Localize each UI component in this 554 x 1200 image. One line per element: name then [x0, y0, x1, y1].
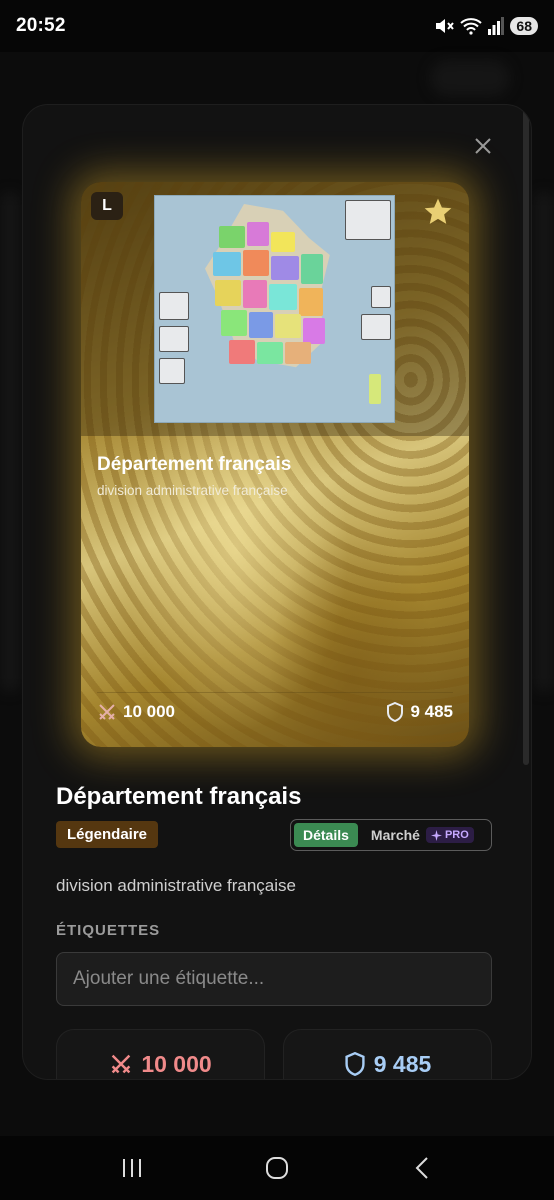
map-region [243, 280, 267, 308]
map-inset [159, 292, 189, 320]
collectible-card[interactable]: L Département français division administ… [81, 182, 469, 747]
map-region [299, 288, 323, 316]
add-tag-input[interactable] [56, 952, 492, 1006]
system-nav-bar [0, 1136, 554, 1200]
shield-icon [387, 702, 404, 722]
close-button[interactable] [471, 135, 495, 159]
bg-blob [534, 192, 554, 692]
map-region [221, 310, 247, 336]
map-region [303, 318, 325, 344]
rarity-badge: Légendaire [56, 821, 159, 848]
map-region [271, 232, 295, 252]
attack-value: 10 000 [141, 1050, 212, 1077]
home-icon [265, 1157, 288, 1179]
scrollbar[interactable] [523, 105, 529, 765]
map-inset [159, 358, 185, 384]
crossed-swords-icon [99, 704, 115, 720]
tab-market-label: Marché [370, 827, 420, 843]
recent-apps-button[interactable] [112, 1148, 152, 1188]
map-region [243, 250, 269, 276]
map-inset [371, 286, 391, 308]
shield-icon [345, 1052, 365, 1076]
bg-blob [430, 60, 510, 96]
tab-market[interactable]: Marché PRO [362, 823, 483, 847]
card-defense-value: 9 485 [410, 702, 453, 721]
tags-label: ÉTIQUETTES [56, 922, 161, 939]
pro-badge-label: PRO [444, 829, 469, 841]
map-region [213, 252, 241, 276]
back-button[interactable] [402, 1148, 442, 1188]
map-region [275, 314, 301, 338]
rarity-letter-badge: L [91, 192, 123, 220]
card-attack-value: 10 000 [123, 702, 175, 721]
map-region [369, 374, 381, 404]
wifi-icon [460, 18, 483, 35]
map-region [285, 342, 311, 364]
detail-tabs: Détails Marché PRO [290, 819, 492, 851]
map-region [219, 226, 245, 248]
map-region [269, 284, 297, 310]
crossed-swords-icon [112, 1054, 131, 1074]
sparkle-icon [430, 829, 442, 841]
divider [97, 692, 453, 693]
card-attack: 10 000 [97, 702, 175, 722]
status-bar: 20:52 68 [0, 0, 554, 52]
attack-stat: 10 000 [56, 1029, 265, 1079]
map-inset [361, 314, 391, 340]
card-subtitle: division administrative française [97, 483, 288, 498]
pro-badge: PRO [425, 827, 474, 843]
card-defense: 9 485 [386, 702, 453, 722]
map-region [271, 256, 299, 280]
home-button[interactable] [257, 1148, 297, 1188]
battery-icon: 68 [510, 17, 538, 35]
map-inset [159, 326, 189, 352]
recent-apps-icon [123, 1159, 142, 1177]
favorite-star-icon[interactable] [421, 196, 455, 230]
map-inset [345, 200, 391, 240]
defense-stat: 9 485 [283, 1029, 492, 1079]
status-icons: 68 [434, 17, 538, 35]
bg-blob [0, 192, 20, 692]
map-region [215, 280, 241, 306]
card-detail-modal: L Département français division administ… [22, 104, 532, 1080]
signal-icon [488, 17, 505, 35]
clock: 20:52 [16, 15, 66, 36]
card-title: Département français [97, 454, 292, 475]
tab-details[interactable]: Détails [294, 823, 358, 847]
close-icon [475, 138, 491, 154]
map-region [247, 222, 269, 246]
description: division administrative française [56, 876, 296, 895]
defense-value: 9 485 [373, 1050, 432, 1077]
map-region [249, 312, 273, 338]
page-title: Département français [56, 783, 302, 810]
map-region [229, 340, 255, 364]
back-icon [415, 1157, 428, 1179]
mute-icon [436, 19, 455, 33]
map-region [301, 254, 323, 284]
map-region [257, 342, 283, 364]
france-departments-map-image [154, 195, 395, 423]
